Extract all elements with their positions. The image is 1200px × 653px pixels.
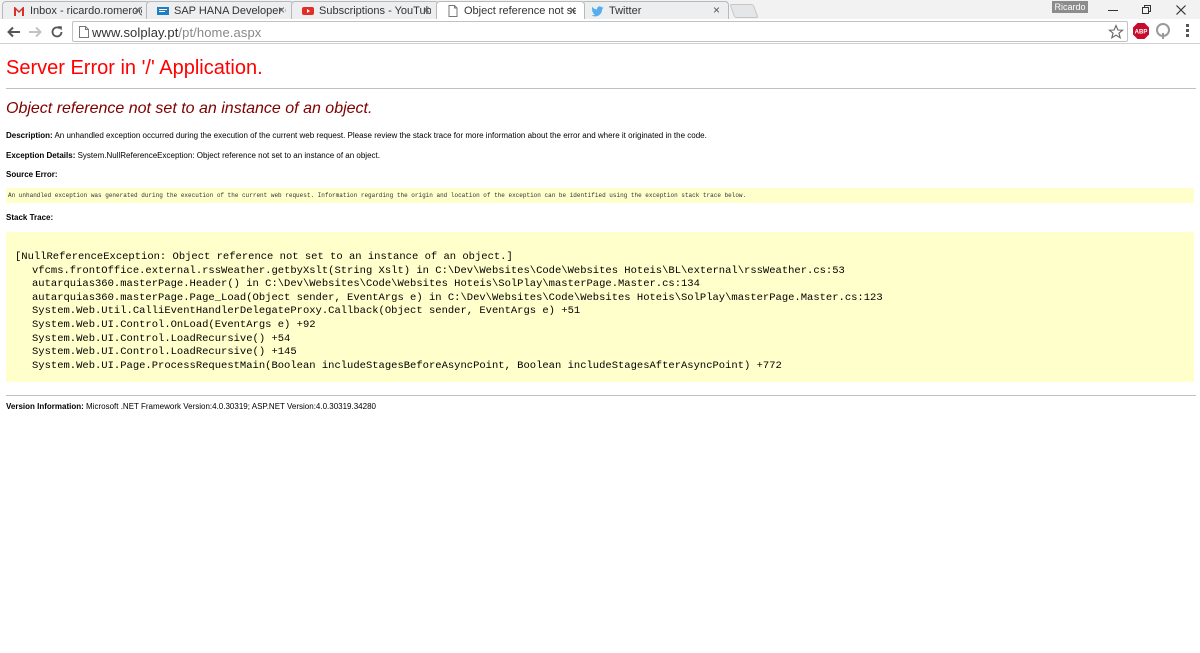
gmail-icon xyxy=(14,7,24,16)
stack-header: [NullReferenceException: Object referenc… xyxy=(15,251,513,263)
close-window-button[interactable] xyxy=(1162,0,1200,18)
stack-line: System.Web.Util.CalliEventHandlerDelegat… xyxy=(32,305,581,318)
source-error-label: Source Error: xyxy=(6,170,58,179)
stack-trace-text: [NullReferenceException: Object referenc… xyxy=(15,251,883,373)
close-icon xyxy=(1176,4,1186,15)
adblock-plus-icon: ABP xyxy=(1133,23,1149,39)
menu-dot-icon xyxy=(1185,24,1189,27)
extension-icon xyxy=(1156,23,1170,39)
tab-youtube[interactable]: Subscriptions - YouTube × xyxy=(291,1,439,19)
reload-icon xyxy=(51,26,63,38)
minimize-icon xyxy=(1108,9,1118,11)
description-text: An unhandled exception occurred during t… xyxy=(54,131,707,140)
back-button[interactable] xyxy=(4,22,24,42)
version-info-text: Microsoft .NET Framework Version:4.0.303… xyxy=(86,402,376,411)
stack-line: autarquias360.masterPage.Page_Load(Objec… xyxy=(32,291,883,304)
extension-button[interactable] xyxy=(1154,22,1172,40)
tab-title: Twitter xyxy=(609,5,642,17)
close-tab-icon[interactable]: × xyxy=(569,3,576,17)
tab-title: Subscriptions - YouTube xyxy=(319,5,431,17)
close-tab-icon[interactable]: × xyxy=(713,3,720,17)
tab-title: Object reference not set t xyxy=(464,5,576,17)
page-icon xyxy=(448,5,458,17)
stack-line: System.Web.UI.Control.LoadRecursive() +5… xyxy=(32,332,291,345)
bookmark-star-icon[interactable] xyxy=(1108,24,1124,40)
menu-dot-icon xyxy=(1185,29,1189,32)
sap-icon xyxy=(157,7,169,15)
reload-button[interactable] xyxy=(47,22,67,42)
restore-button[interactable] xyxy=(1128,0,1166,18)
menu-dot-icon xyxy=(1185,34,1189,37)
source-error-box: An unhandled exception was generated dur… xyxy=(6,188,1194,203)
tab-title: SAP HANA Developer Qu xyxy=(174,5,286,17)
back-arrow-icon xyxy=(7,26,20,38)
stack-trace-label: Stack Trace: xyxy=(6,213,54,222)
stack-line: vfcms.frontOffice.external.rssWeather.ge… xyxy=(32,264,845,277)
version-info-label: Version Information: xyxy=(6,402,84,411)
page-title: Server Error in '/' Application. xyxy=(6,57,263,79)
close-tab-icon[interactable]: × xyxy=(134,3,141,17)
stack-line: System.Web.UI.Control.LoadRecursive() +1… xyxy=(32,346,297,359)
page-info-icon[interactable] xyxy=(79,26,89,38)
youtube-icon xyxy=(302,7,314,15)
adblock-label: ABP xyxy=(1135,30,1148,36)
divider xyxy=(6,88,1196,89)
url-path: /pt/home.aspx xyxy=(178,25,262,40)
tab-strip: Inbox - ricardo.romero@t × SAP HANA Deve… xyxy=(0,0,1200,19)
tab-sap-hana[interactable]: SAP HANA Developer Qu × xyxy=(146,1,294,19)
exception-details-text: System.NullReferenceException: Object re… xyxy=(77,151,380,160)
page-content: Server Error in '/' Application. Object … xyxy=(0,45,1200,653)
stack-trace-box: [NullReferenceException: Object referenc… xyxy=(6,232,1194,382)
stack-line: System.Web.UI.Page.ProcessRequestMain(Bo… xyxy=(32,359,782,372)
source-error-text: An unhandled exception was generated dur… xyxy=(8,192,747,199)
forward-button[interactable] xyxy=(25,22,45,42)
restore-icon xyxy=(1142,4,1151,14)
close-tab-icon[interactable]: × xyxy=(278,3,285,17)
error-subtitle: Object reference not set to an instance … xyxy=(6,100,373,117)
stack-trace-row: Stack Trace: xyxy=(6,213,53,222)
profile-button[interactable]: Ricardo xyxy=(1052,1,1088,13)
close-tab-icon[interactable]: × xyxy=(423,3,430,17)
forward-arrow-icon xyxy=(29,26,42,38)
source-error-row: Source Error: xyxy=(6,170,58,179)
tab-object-reference[interactable]: Object reference not set t × xyxy=(436,1,585,19)
tab-title: Inbox - ricardo.romero@t xyxy=(30,5,142,17)
tab-gmail[interactable]: Inbox - ricardo.romero@t × xyxy=(2,1,150,19)
chrome-menu-button[interactable] xyxy=(1180,22,1194,40)
version-info-row: Version Information: Microsoft .NET Fram… xyxy=(6,402,376,411)
url-text: www.solplay.pt/pt/home.aspx xyxy=(92,25,261,40)
adblock-plus-button[interactable]: ABP xyxy=(1132,22,1150,40)
tab-twitter[interactable]: Twitter × xyxy=(581,1,729,19)
browser-toolbar: www.solplay.pt/pt/home.aspx ABP xyxy=(0,19,1200,44)
stack-line: autarquias360.masterPage.Header() in C:\… xyxy=(32,278,700,291)
exception-details-label: Exception Details: xyxy=(6,151,76,160)
url-host: www.solplay.pt xyxy=(92,25,179,40)
address-bar[interactable]: www.solplay.pt/pt/home.aspx xyxy=(72,21,1128,42)
description-label: Description: xyxy=(6,131,53,140)
new-tab-button[interactable] xyxy=(729,4,759,18)
stack-line: System.Web.UI.Control.OnLoad(EventArgs e… xyxy=(32,318,316,331)
minimize-button[interactable] xyxy=(1094,0,1132,18)
exception-details-row: Exception Details: System.NullReferenceE… xyxy=(6,151,380,160)
divider xyxy=(6,395,1196,396)
description-row: Description: An unhandled exception occu… xyxy=(6,131,707,140)
twitter-icon xyxy=(592,6,604,17)
